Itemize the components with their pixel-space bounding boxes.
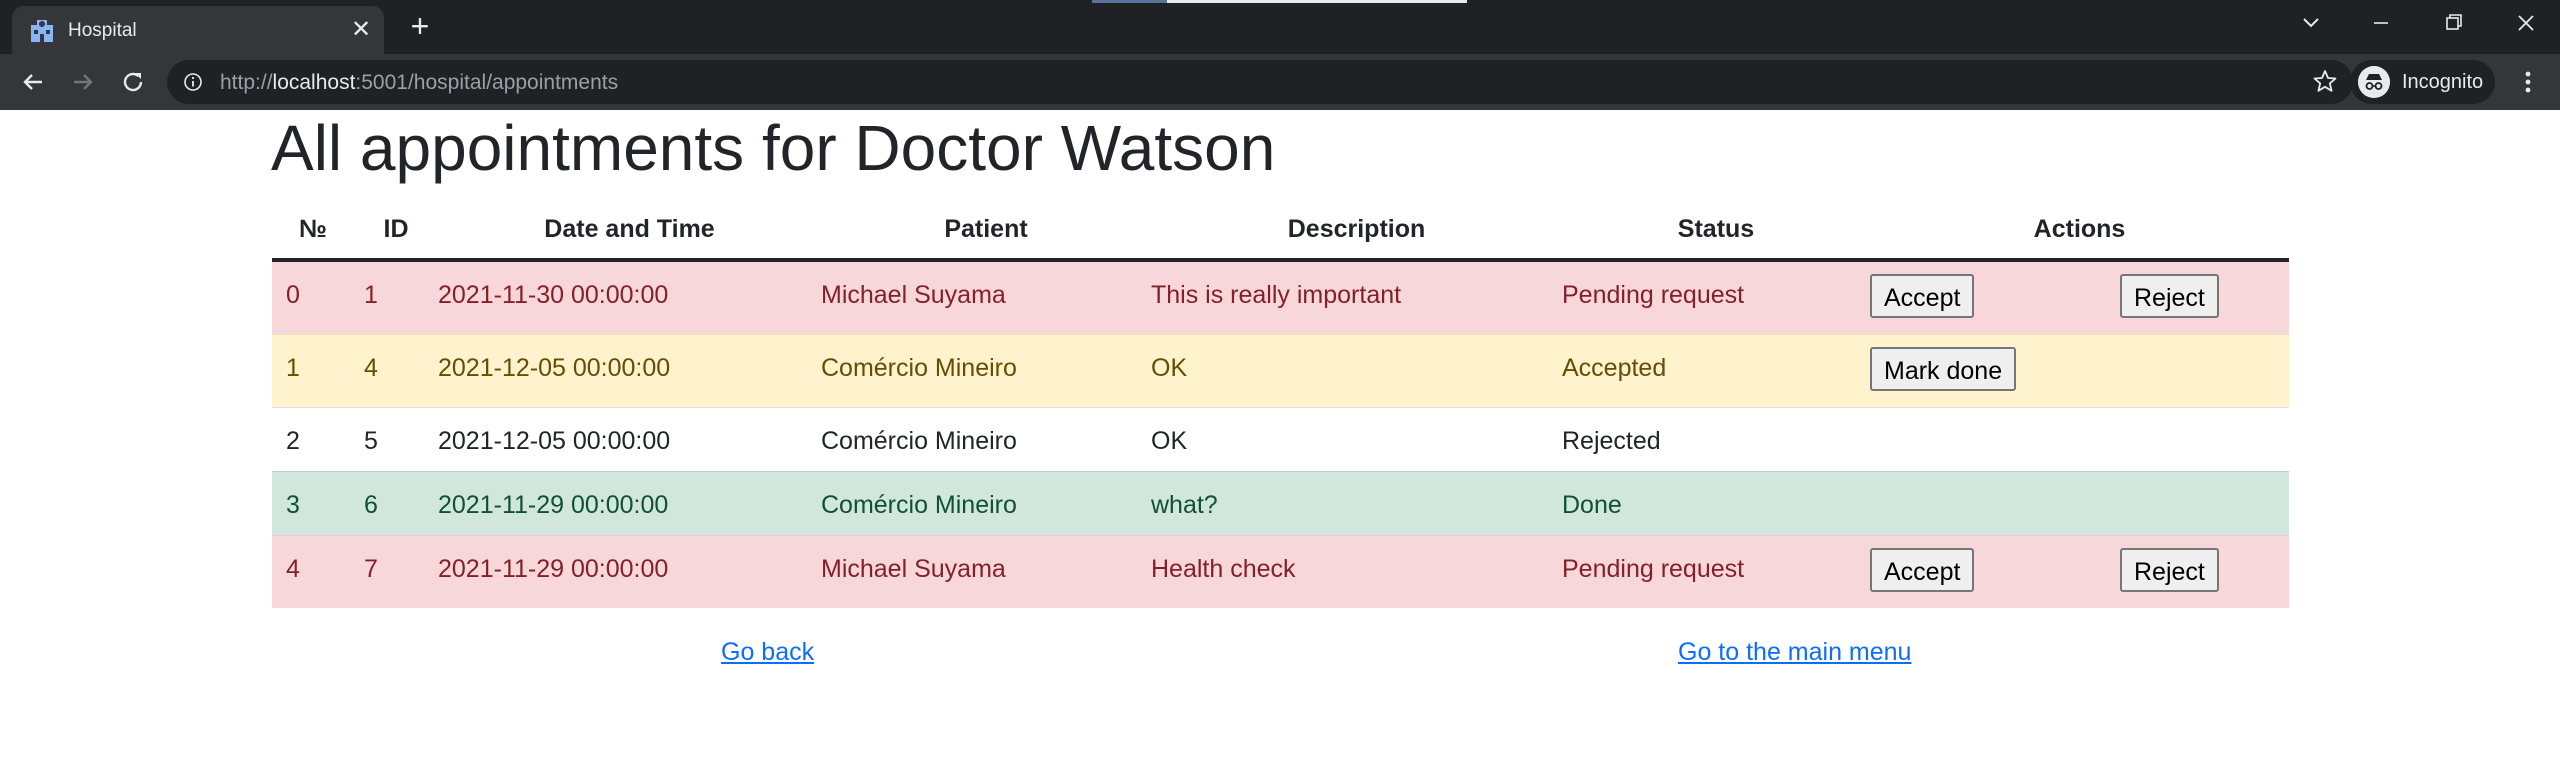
row-status: Pending request — [1562, 281, 1745, 309]
column-header-id: ID — [354, 201, 438, 262]
table-header-row: № ID Date and Time Patient Description S… — [272, 201, 2289, 262]
close-window-icon[interactable] — [2506, 8, 2546, 38]
row-description: what? — [1151, 491, 1218, 519]
main-menu-container: Go to the main menu — [1678, 638, 1911, 667]
row-patient: Michael Suyama — [821, 281, 1006, 309]
row-id: 1 — [364, 281, 378, 309]
row-status: Rejected — [1562, 427, 1661, 455]
reject-button[interactable]: Reject — [2120, 548, 2219, 592]
column-header-number: № — [272, 201, 354, 262]
reload-icon[interactable] — [118, 67, 148, 97]
incognito-label: Incognito — [2402, 71, 2484, 93]
forward-arrow-icon[interactable] — [68, 67, 98, 97]
go-back-link[interactable]: Go back — [721, 638, 814, 666]
minimize-icon[interactable] — [2361, 8, 2401, 38]
url-path: :5001/hospital/appointments — [355, 71, 619, 94]
accept-button[interactable]: Accept — [1870, 274, 1975, 318]
url-scheme: http:// — [220, 71, 273, 94]
accept-button[interactable]: Accept — [1870, 548, 1975, 592]
browser-toolbar: http://localhost:5001/hospital/appointme… — [0, 54, 2560, 110]
tab-strip-indicator — [1167, 0, 1467, 3]
row-datetime: 2021-11-30 00:00:00 — [438, 281, 669, 309]
row-number: 0 — [286, 281, 300, 309]
browser-tab-hospital[interactable]: Hospital ✕ — [12, 6, 384, 54]
table-row: 1 4 2021-12-05 00:00:00 Comércio Mineiro… — [272, 334, 2289, 408]
column-header-patient: Patient — [821, 201, 1151, 262]
row-patient: Comércio Mineiro — [821, 491, 1017, 519]
info-icon[interactable] — [183, 72, 203, 92]
row-id: 4 — [364, 354, 378, 382]
column-header-status: Status — [1562, 201, 1870, 262]
row-description: OK — [1151, 427, 1188, 455]
table-row: 4 7 2021-11-29 00:00:00 Michael Suyama H… — [272, 535, 2289, 608]
table-row: 0 1 2021-11-30 00:00:00 Michael Suyama T… — [272, 259, 2289, 335]
row-datetime: 2021-12-05 00:00:00 — [438, 354, 671, 382]
row-patient: Comércio Mineiro — [821, 354, 1017, 382]
tab-search-chevron-icon[interactable] — [2291, 8, 2331, 38]
url-host: localhost — [272, 71, 356, 94]
row-datetime: 2021-12-05 00:00:00 — [438, 427, 671, 455]
main-menu-link[interactable]: Go to the main menu — [1678, 638, 1911, 666]
appointments-table: № ID Date and Time Patient Description S… — [272, 201, 2289, 608]
row-id: 7 — [364, 555, 378, 583]
address-bar[interactable]: http://localhost:5001/hospital/appointme… — [167, 60, 2353, 104]
row-number: 1 — [286, 354, 300, 382]
row-status: Pending request — [1562, 555, 1745, 583]
bookmark-star-icon[interactable] — [2312, 68, 2338, 94]
new-tab-icon[interactable]: + — [404, 9, 436, 43]
more-menu-icon[interactable] — [2513, 67, 2543, 97]
row-id: 6 — [364, 491, 378, 519]
hospital-icon — [31, 20, 53, 42]
restore-icon[interactable] — [2433, 8, 2473, 38]
incognito-icon — [2358, 66, 2390, 98]
back-arrow-icon[interactable] — [18, 67, 48, 97]
column-header-datetime: Date and Time — [438, 201, 821, 262]
row-datetime: 2021-11-29 00:00:00 — [438, 555, 669, 583]
row-id: 5 — [364, 427, 378, 455]
page-title: All appointments for Doctor Watson — [271, 112, 1276, 184]
column-header-description: Description — [1151, 201, 1562, 262]
table-row: 3 6 2021-11-29 00:00:00 Comércio Mineiro… — [272, 471, 2289, 536]
mark-done-button[interactable]: Mark done — [1870, 347, 2017, 391]
row-datetime: 2021-11-29 00:00:00 — [438, 491, 669, 519]
incognito-profile-button[interactable]: Incognito — [2350, 60, 2495, 104]
column-header-actions: Actions — [1870, 201, 2289, 262]
url-text[interactable]: http://localhost:5001/hospital/appointme… — [220, 71, 618, 95]
row-number: 4 — [286, 555, 300, 583]
row-number: 2 — [286, 427, 300, 455]
row-status: Done — [1562, 491, 1622, 519]
row-description: Health check — [1151, 555, 1296, 583]
row-patient: Michael Suyama — [821, 555, 1006, 583]
reject-button[interactable]: Reject — [2120, 274, 2219, 318]
table-row: 2 5 2021-12-05 00:00:00 Comércio Mineiro… — [272, 407, 2289, 472]
row-description: OK — [1151, 354, 1188, 382]
close-tab-icon[interactable]: ✕ — [346, 15, 376, 45]
browser-title-bar: Hospital ✕ + — [0, 0, 2560, 54]
tab-strip-indicator — [1092, 0, 1167, 3]
row-patient: Comércio Mineiro — [821, 427, 1017, 455]
row-number: 3 — [286, 491, 300, 519]
row-status: Accepted — [1562, 354, 1667, 382]
tab-title: Hospital — [68, 20, 137, 41]
go-back-container: Go back — [721, 638, 814, 667]
row-description: This is really important — [1151, 281, 1402, 309]
